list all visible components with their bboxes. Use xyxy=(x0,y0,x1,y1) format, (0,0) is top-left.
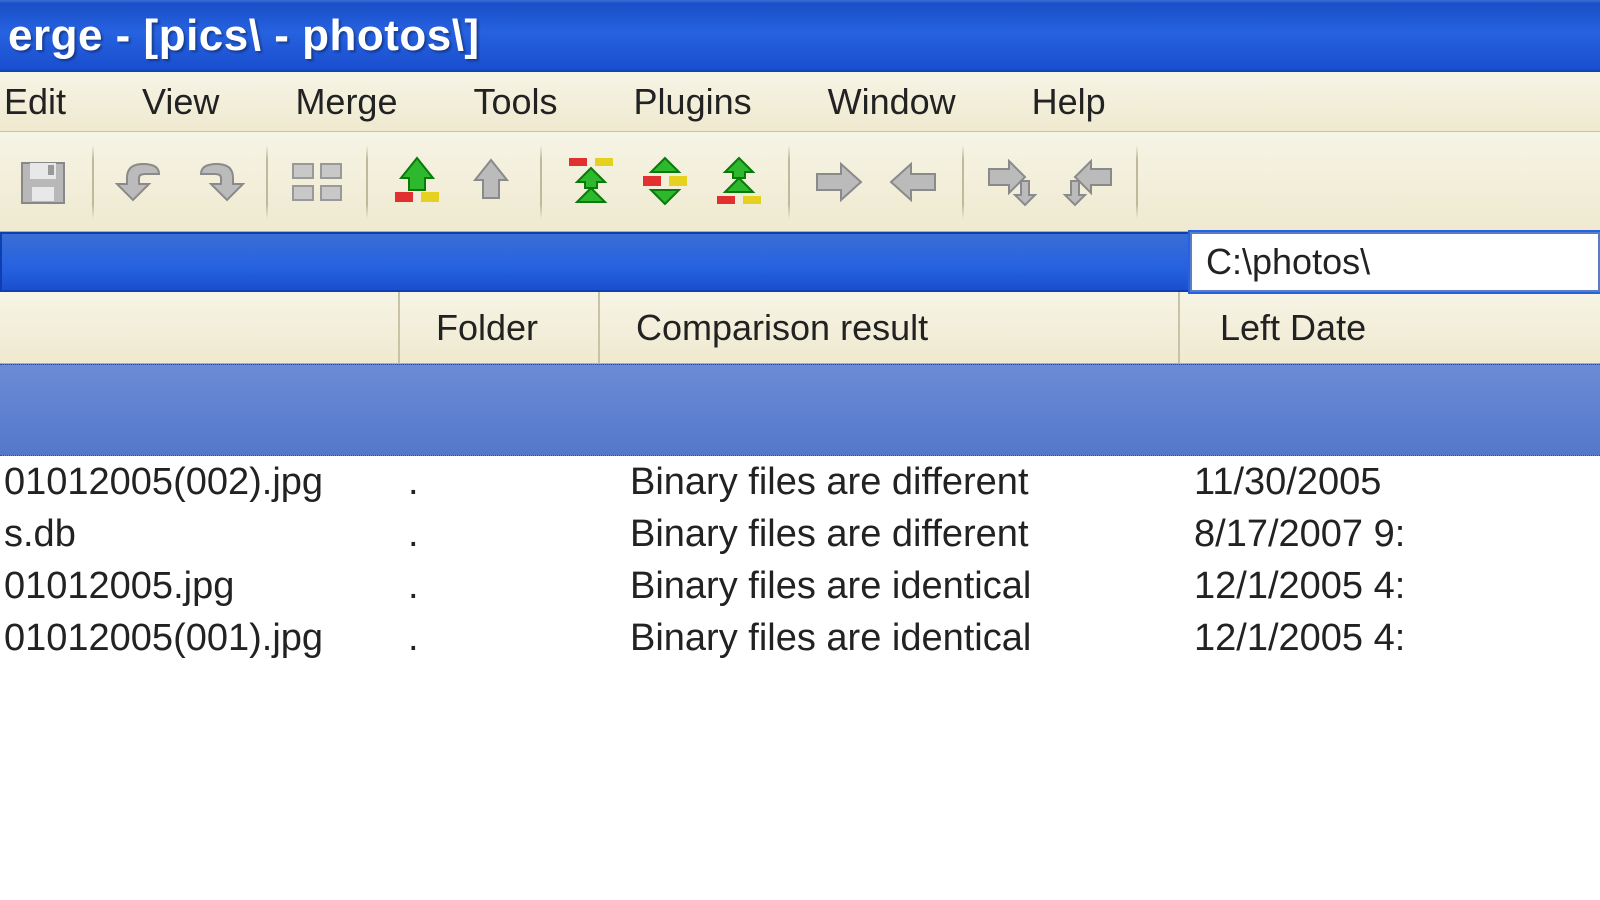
cell-filename: s.db xyxy=(0,513,400,556)
redo-icon xyxy=(189,160,245,204)
cell-result: Binary files are different xyxy=(600,513,1180,556)
left-path-field[interactable] xyxy=(0,232,1190,292)
panes-button[interactable] xyxy=(282,145,352,219)
last-diff-button[interactable] xyxy=(704,145,774,219)
menu-plugins[interactable]: Plugins xyxy=(596,81,790,123)
undo-icon xyxy=(115,160,171,204)
toolbar xyxy=(0,132,1600,232)
column-headers: Folder Comparison result Left Date xyxy=(0,292,1600,364)
first-diff-button[interactable] xyxy=(556,145,626,219)
panes-icon xyxy=(289,158,345,206)
menu-merge[interactable]: Merge xyxy=(257,81,435,123)
prev-diff-button[interactable] xyxy=(456,145,526,219)
cell-date: 12/1/2005 4: xyxy=(1180,617,1600,660)
cell-date: 11/30/2005 xyxy=(1180,461,1600,504)
column-folder[interactable]: Folder xyxy=(400,292,600,363)
cell-result: Binary files are identical xyxy=(600,617,1180,660)
menu-tools[interactable]: Tools xyxy=(435,81,595,123)
merge-right-icon xyxy=(985,157,1041,207)
column-leftdate[interactable]: Left Date xyxy=(1180,292,1600,363)
table-row[interactable]: 01012005(001).jpg . Binary files are ide… xyxy=(0,612,1600,664)
next-diff-button[interactable] xyxy=(382,145,452,219)
path-bar: C:\photos\ xyxy=(0,232,1600,292)
toolbar-separator xyxy=(1136,145,1138,219)
menu-view[interactable]: View xyxy=(104,81,257,123)
merge-right-button[interactable] xyxy=(978,145,1048,219)
toolbar-separator xyxy=(962,145,964,219)
menu-window[interactable]: Window xyxy=(790,81,994,123)
menu-edit[interactable]: Edit xyxy=(0,81,104,123)
current-diff-button[interactable] xyxy=(630,145,700,219)
results-list: 01012005(002).jpg . Binary files are dif… xyxy=(0,456,1600,664)
menubar: Edit View Merge Tools Plugins Window Hel… xyxy=(0,72,1600,132)
table-row[interactable]: s.db . Binary files are different 8/17/2… xyxy=(0,508,1600,560)
diff-down-icon xyxy=(389,154,445,210)
save-button[interactable] xyxy=(8,145,78,219)
cell-folder: . xyxy=(400,565,600,608)
cell-folder: . xyxy=(400,461,600,504)
cell-result: Binary files are identical xyxy=(600,565,1180,608)
cell-folder: . xyxy=(400,617,600,660)
copy-left-icon xyxy=(885,160,941,204)
window-title: erge - [pics\ - photos\] xyxy=(8,11,480,61)
first-diff-icon xyxy=(563,154,619,210)
merge-left-button[interactable] xyxy=(1052,145,1122,219)
last-diff-icon xyxy=(711,154,767,210)
merge-left-icon xyxy=(1059,157,1115,207)
cell-filename: 01012005(001).jpg xyxy=(0,617,400,660)
cell-folder: . xyxy=(400,513,600,556)
cell-date: 12/1/2005 4: xyxy=(1180,565,1600,608)
diff-up-icon xyxy=(463,154,519,210)
copy-left-button[interactable] xyxy=(878,145,948,219)
undo-button[interactable] xyxy=(108,145,178,219)
redo-button[interactable] xyxy=(182,145,252,219)
toolbar-separator xyxy=(366,145,368,219)
toolbar-separator xyxy=(540,145,542,219)
toolbar-separator xyxy=(788,145,790,219)
copy-right-icon xyxy=(811,160,867,204)
toolbar-separator xyxy=(92,145,94,219)
right-path-text: C:\photos\ xyxy=(1206,241,1370,283)
cell-filename: 01012005.jpg xyxy=(0,565,400,608)
selected-row-highlight[interactable] xyxy=(0,364,1600,456)
save-icon xyxy=(18,157,68,207)
window-titlebar[interactable]: erge - [pics\ - photos\] xyxy=(0,0,1600,72)
menu-help[interactable]: Help xyxy=(994,81,1144,123)
toolbar-separator xyxy=(266,145,268,219)
cell-date: 8/17/2007 9: xyxy=(1180,513,1600,556)
copy-right-button[interactable] xyxy=(804,145,874,219)
column-result[interactable]: Comparison result xyxy=(600,292,1180,363)
right-path-field[interactable]: C:\photos\ xyxy=(1190,232,1600,292)
cell-filename: 01012005(002).jpg xyxy=(0,461,400,504)
column-filename[interactable] xyxy=(0,292,400,363)
cell-result: Binary files are different xyxy=(600,461,1180,504)
table-row[interactable]: 01012005.jpg . Binary files are identica… xyxy=(0,560,1600,612)
current-diff-icon xyxy=(637,154,693,210)
table-row[interactable]: 01012005(002).jpg . Binary files are dif… xyxy=(0,456,1600,508)
